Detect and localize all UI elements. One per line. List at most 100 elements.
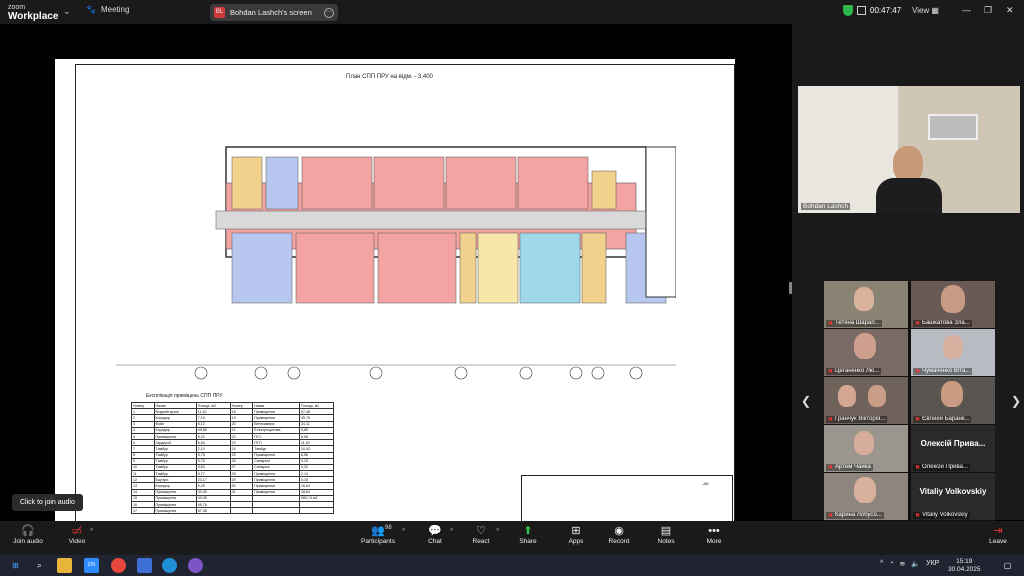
active-speaker-video[interactable]: Bohdan Lashch <box>798 86 1020 213</box>
minimize-icon[interactable]: — <box>962 5 971 15</box>
notes-button[interactable]: ▤ Notes <box>652 525 680 545</box>
mic-muted-icon: ✖ <box>915 417 921 423</box>
resize-handle[interactable] <box>789 282 792 294</box>
clock-time: 15:19 <box>956 558 973 565</box>
gallery-prev-icon[interactable]: ❮ <box>801 394 811 408</box>
participants-count: 98 <box>385 525 392 531</box>
react-button[interactable]: ♡ React ^ <box>468 525 500 545</box>
title-bar: zoom Workplace ⌄ 🐾 Meeting BL Bohdan Las… <box>0 0 1024 24</box>
more-button[interactable]: ••• More <box>700 525 728 545</box>
more-label: More <box>706 538 722 545</box>
participant-tile[interactable]: ✖ Гранчук Вікторія... <box>824 377 908 424</box>
chevron-up-icon[interactable]: ^ <box>880 560 883 568</box>
participant-name: Олексій Прива... <box>922 464 968 470</box>
mic-muted-icon: ✖ <box>828 321 834 327</box>
chevron-up-icon[interactable]: ^ <box>450 528 453 535</box>
mic-muted-icon: ✖ <box>828 465 834 471</box>
participant-tile[interactable]: ✖ Башкатова Зла... <box>911 281 995 328</box>
notification-icon[interactable]: ▢ <box>1000 558 1015 573</box>
chat-button[interactable]: 💬 Chat ^ <box>422 525 453 545</box>
paw-icon: 🐾 <box>86 5 96 14</box>
participant-tile[interactable]: ✖ Карина Лобусо... <box>824 473 908 520</box>
wifi-icon[interactable]: ≋ <box>900 560 906 568</box>
floor-plan <box>116 146 676 380</box>
stamp-sheet: -АБ <box>702 481 709 486</box>
table-cell: 17 <box>131 507 155 515</box>
video-button[interactable]: ▭̸ Video ^ <box>62 525 94 545</box>
table-row: 17 Приміщення 67,48 <box>131 507 334 515</box>
chevron-up-icon[interactable]: ^ <box>402 528 405 535</box>
record-button[interactable]: ◉ Record <box>604 525 634 545</box>
participant-tile[interactable]: ✖ Тетяна Шарап... <box>824 281 908 328</box>
participant-name: Vitaliy Volkovskiy <box>922 512 968 518</box>
close-icon[interactable]: ✕ <box>1006 5 1014 16</box>
edge-icon[interactable] <box>162 558 177 573</box>
gallery-next-icon[interactable]: ❯ <box>1011 394 1021 408</box>
mic-muted-icon: ✖ <box>915 465 921 471</box>
calculator-icon[interactable] <box>137 558 152 573</box>
clock-date: 30.04.2025 <box>948 566 981 573</box>
restore-icon[interactable]: ❐ <box>984 5 992 16</box>
share-title: Bohdan Lashch's screen <box>230 8 312 17</box>
participants-icon: 👥 <box>371 525 385 537</box>
view-label: View <box>912 6 930 15</box>
share-label: Share <box>519 538 537 545</box>
view-button[interactable]: View ▦ <box>912 6 939 15</box>
more-icon[interactable]: ··· <box>324 7 334 18</box>
mic-muted-icon: ✖ <box>915 321 921 327</box>
mic-muted-icon: ✖ <box>828 513 834 519</box>
leave-label: Leave <box>989 538 1007 545</box>
notes-label: Notes <box>657 538 675 545</box>
join-audio-label: Join audio <box>13 538 43 545</box>
search-icon[interactable]: ⌕ <box>32 558 47 573</box>
language-indicator[interactable]: УКР <box>926 560 939 568</box>
participant-name: Башкатова Зла... <box>922 320 970 326</box>
windows-start-icon[interactable]: ⊞ <box>8 558 23 573</box>
participant-name-large: Олексій Прива... <box>920 439 986 448</box>
clock[interactable]: 15:19 30.04.2025 <box>948 558 981 574</box>
apps-button[interactable]: ⊞ Apps <box>562 525 590 545</box>
timer-text: 00:47:47 <box>870 6 902 15</box>
participant-tile[interactable]: Олексій Прива... ✖ Олексій Прива... <box>911 425 995 472</box>
share-button[interactable]: ⬆ Share <box>514 525 542 545</box>
participant-tile[interactable]: ✖ Цеганенко Лю... <box>824 329 908 376</box>
os-taskbar: ⊞ ⌕ zm ^ ◔ ≋ 🔈 УКР 15:19 30.04.2025 ▢ <box>0 555 1024 576</box>
chevron-up-icon[interactable]: ^ <box>496 528 499 535</box>
chevron-up-icon[interactable]: ^ <box>90 528 93 535</box>
screen-share-pill[interactable]: BL Bohdan Lashch's screen ··· <box>210 4 338 21</box>
leave-icon: ⇥ <box>993 525 1003 537</box>
participant-tile[interactable]: Vitaliy Volkovskiy ✖ Vitaliy Volkovskiy <box>911 473 995 520</box>
share-arrow-icon: ⬆ <box>523 525 533 537</box>
mic-muted-icon: ✖ <box>828 417 834 423</box>
participant-tile[interactable]: ✖ Чумаченко Віта... <box>911 329 995 376</box>
presenter-avatar: BL <box>214 7 225 18</box>
chevron-down-icon[interactable]: ⌄ <box>63 6 71 17</box>
network-icon[interactable]: ◔ <box>889 560 893 568</box>
chrome-icon[interactable] <box>111 558 126 573</box>
table-cell: 67,48 <box>195 507 231 515</box>
join-audio-button[interactable]: 🎧 Join audio <box>10 525 46 545</box>
react-label: React <box>472 538 490 545</box>
meeting-menu[interactable]: 🐾 Meeting <box>86 5 129 14</box>
explication-title: Експлікація приміщень СПП ПРУ <box>146 393 223 399</box>
headphones-icon: 🎧 <box>21 525 35 537</box>
viber-icon[interactable] <box>188 558 203 573</box>
record-label: Record <box>608 538 630 545</box>
file-explorer-icon[interactable] <box>57 558 72 573</box>
participant-name: Карина Лобусо... <box>835 512 882 518</box>
system-tray: ^ ◔ ≋ 🔈 УКР <box>880 560 939 568</box>
more-icon: ••• <box>708 525 720 537</box>
record-icon: ◉ <box>614 525 624 537</box>
video-label: Video <box>68 538 86 545</box>
meeting-timer: 00:47:47 <box>843 5 901 16</box>
drawing-sheet: План СПП ПРУ на відм. - 3,400 Експлікаці… <box>75 64 735 545</box>
participant-tile[interactable]: ✖ Євгеній Баранк... <box>911 377 995 424</box>
participants-button[interactable]: 👥 Participants 98 ^ <box>358 525 405 545</box>
zoom-taskbar-icon[interactable]: zm <box>84 558 99 573</box>
meeting-label: Meeting <box>100 5 130 14</box>
participant-tile[interactable]: ✖ Артем Чайка <box>824 425 908 472</box>
video-off-icon: ▭̸ <box>71 525 83 537</box>
volume-icon[interactable]: 🔈 <box>911 560 920 568</box>
shared-document: План СПП ПРУ на відм. - 3,400 Експлікаці… <box>55 59 735 545</box>
leave-button[interactable]: ⇥ Leave <box>984 525 1012 545</box>
